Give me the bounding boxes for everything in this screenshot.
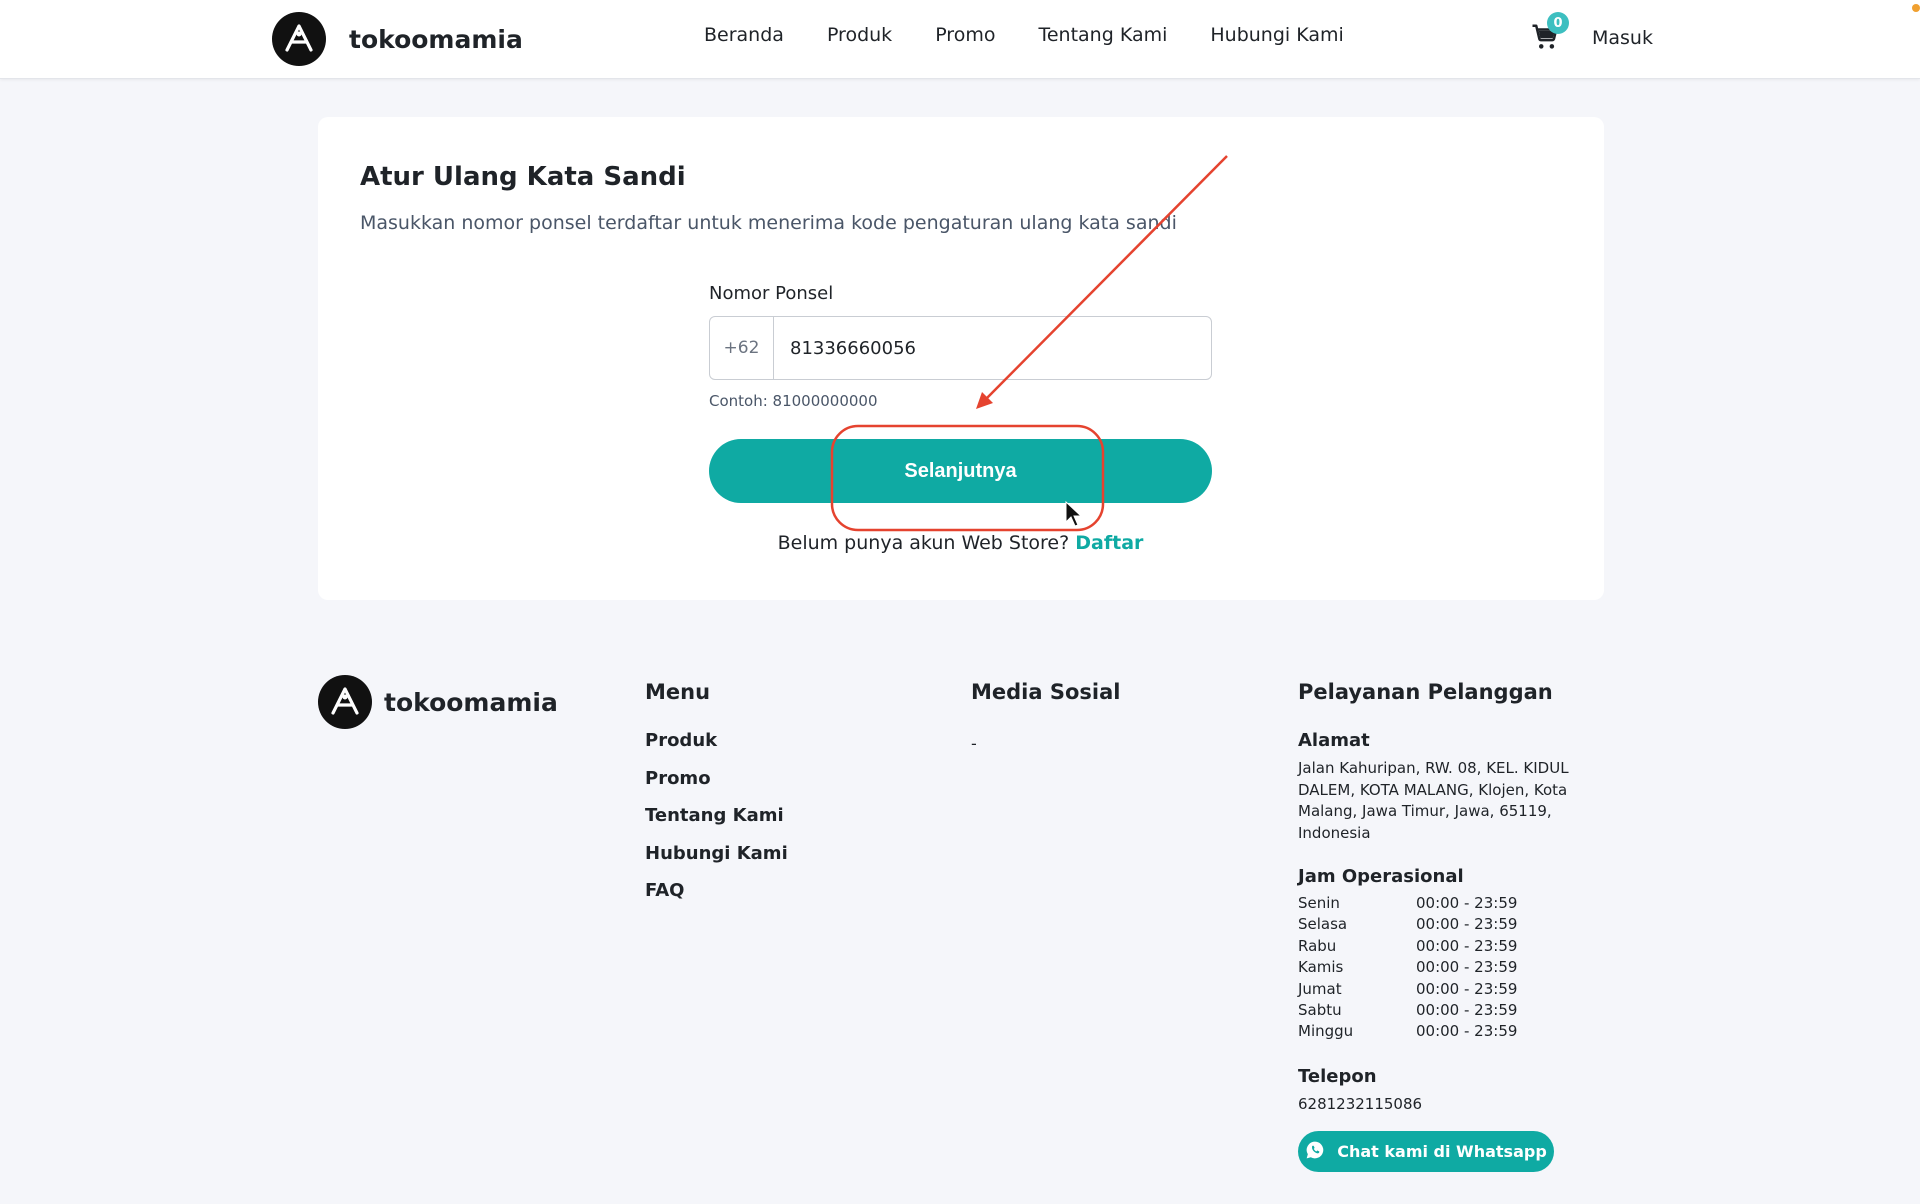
hours-day: Jumat: [1298, 979, 1342, 998]
footer-brand[interactable]: tokoomamia: [318, 675, 558, 729]
nav-item-beranda[interactable]: Beranda: [704, 24, 784, 46]
country-code-prefix: +62: [710, 317, 774, 379]
phone-number-input[interactable]: [774, 317, 1211, 379]
nav-item-hubungi-kami[interactable]: Hubungi Kami: [1210, 24, 1343, 46]
footer-menu-column: Menu Produk Promo Tentang Kami Hubungi K…: [645, 680, 788, 918]
hours-time: 00:00 - 23:59: [1416, 979, 1518, 998]
hours-day: Senin: [1298, 894, 1340, 912]
footer-cs-heading: Pelayanan Pelanggan: [1298, 680, 1553, 704]
page-title: Atur Ulang Kata Sandi: [360, 162, 686, 192]
hours-table: Senin 00:00 - 23:59 Selasa 00:00 - 23:59 R…: [1298, 893, 1598, 1043]
footer-link-hubungi-kami[interactable]: Hubungi Kami: [645, 843, 788, 881]
hours-row: Kamis 00:00 - 23:59: [1298, 957, 1598, 978]
logo-icon: [272, 12, 326, 66]
hours-row: Minggu 00:00 - 23:59: [1298, 1021, 1598, 1042]
phone-input-group: +62: [709, 316, 1212, 380]
hours-row: Rabu 00:00 - 23:59: [1298, 936, 1598, 957]
hours-day: Sabtu: [1298, 1001, 1342, 1020]
hours-day: Selasa: [1298, 915, 1348, 934]
hours-row: Jumat 00:00 - 23:59: [1298, 979, 1598, 1000]
social-empty-value: -: [971, 734, 977, 753]
phone-hint: Contoh: 81000000000: [709, 392, 878, 410]
next-button[interactable]: Selanjutnya: [709, 439, 1212, 503]
register-link[interactable]: Daftar: [1075, 532, 1143, 554]
whatsapp-icon: [1305, 1140, 1325, 1164]
footer-link-faq[interactable]: FAQ: [645, 880, 788, 918]
footer-brand-name: tokoomamia: [384, 687, 558, 717]
logo-icon: [318, 675, 372, 729]
address-label: Alamat: [1298, 730, 1370, 751]
cart-count-badge: 0: [1547, 12, 1569, 34]
footer-link-tentang-kami[interactable]: Tentang Kami: [645, 805, 788, 843]
whatsapp-button-label: Chat kami di Whatsapp: [1337, 1142, 1547, 1161]
footer-cs-column: Pelayanan Pelanggan Alamat Jalan Kahurip…: [1298, 680, 1598, 1115]
footer-link-promo[interactable]: Promo: [645, 768, 788, 806]
whatsapp-chat-button[interactable]: Chat kami di Whatsapp: [1298, 1131, 1554, 1172]
register-prompt: Belum punya akun Web Store? Daftar: [709, 532, 1212, 554]
hours-row: Senin 00:00 - 23:59: [1298, 893, 1598, 914]
footer-social-heading: Media Sosial: [971, 680, 1121, 704]
nav-item-tentang-kami[interactable]: Tentang Kami: [1038, 24, 1167, 46]
phone-label: Nomor Ponsel: [709, 283, 834, 304]
nav-item-produk[interactable]: Produk: [827, 24, 892, 46]
page-subtitle: Masukkan nomor ponsel terdaftar untuk me…: [360, 212, 1177, 234]
phone-number: 6281232115086: [1298, 1094, 1423, 1113]
notification-dot: [1912, 4, 1920, 12]
footer-social-column: Media Sosial -: [971, 680, 1120, 753]
hours-time: 00:00 - 23:59: [1416, 936, 1518, 955]
hours-time: 00:00 - 23:59: [1416, 1022, 1518, 1041]
footer-link-produk[interactable]: Produk: [645, 730, 788, 768]
address-line: DALEM, KOTA MALANG, Klojen, Kota: [1298, 780, 1568, 799]
hours-time: 00:00 - 23:59: [1416, 1001, 1518, 1020]
hours-row: Selasa 00:00 - 23:59: [1298, 914, 1598, 935]
reset-password-card: Atur Ulang Kata Sandi Masukkan nomor pon…: [318, 117, 1604, 600]
hours-time: 00:00 - 23:59: [1416, 894, 1518, 912]
phone-heading: Telepon: [1298, 1065, 1377, 1087]
address-line: Malang, Jawa Timur, Jawa, 65119,: [1298, 802, 1552, 820]
hours-day: Kamis: [1298, 958, 1344, 977]
register-text: Belum punya akun Web Store?: [777, 532, 1070, 554]
address-text: Jalan Kahuripan, RW. 08, KEL. KIDUL DALE…: [1298, 758, 1598, 844]
main-nav: Beranda Produk Promo Tentang Kami Hubung…: [704, 24, 1387, 46]
brand-link[interactable]: tokoomamia: [272, 12, 523, 66]
brand-name: tokoomamia: [349, 24, 523, 54]
address-line: Indonesia: [1298, 823, 1371, 842]
top-navbar: tokoomamia Beranda Produk Promo Tentang …: [0, 0, 1920, 79]
hours-time: 00:00 - 23:59: [1416, 915, 1518, 934]
hours-day: Minggu: [1298, 1022, 1354, 1041]
login-link[interactable]: Masuk: [1592, 27, 1653, 49]
hours-label: Jam Operasional: [1298, 866, 1464, 887]
hours-day: Rabu: [1298, 936, 1337, 955]
footer-menu-heading: Menu: [645, 680, 711, 704]
address-line: Jalan Kahuripan, RW. 08, KEL. KIDUL: [1298, 759, 1569, 777]
hours-row: Sabtu 00:00 - 23:59: [1298, 1000, 1598, 1021]
hours-time: 00:00 - 23:59: [1416, 958, 1518, 977]
footer-menu-list: Produk Promo Tentang Kami Hubungi Kami F…: [645, 730, 788, 918]
nav-item-promo[interactable]: Promo: [935, 24, 995, 46]
